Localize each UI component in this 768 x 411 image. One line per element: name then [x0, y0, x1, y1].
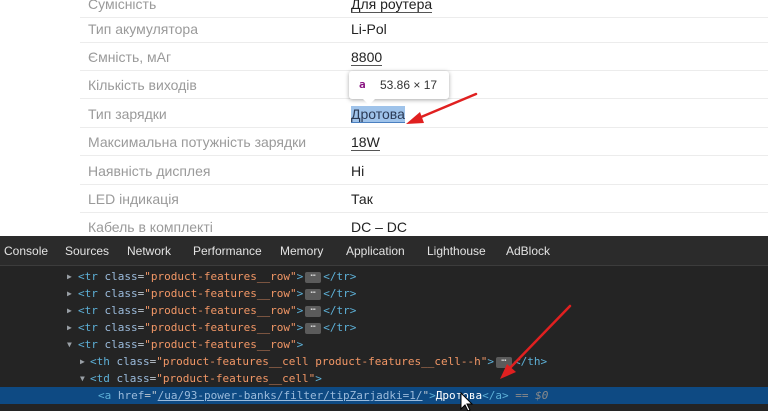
feature-value-link[interactable]: 8800 [351, 49, 383, 66]
attr-name: class [104, 338, 138, 351]
attr-name: class [116, 355, 150, 368]
ellipsis-icon[interactable]: ⋯ [305, 288, 322, 300]
ellipsis-icon[interactable]: ⋯ [305, 271, 322, 283]
tag-close: </tr> [323, 304, 357, 317]
console-ref: == $0 [515, 389, 549, 402]
product-features-table: Сумісність Для роутера Тип акумулятора L… [0, 0, 768, 236]
dom-node-row[interactable]: ▶ <tr class="product-features__row"> ⋯ </t… [0, 319, 768, 336]
tag-open: <a [98, 389, 112, 402]
attr-name: href [117, 389, 145, 402]
feature-row: Тип зарядки Дротова [80, 100, 768, 128]
tooltip-dimensions: 53.86 × 17 [380, 78, 438, 92]
ellipsis-icon[interactable]: ⋯ [305, 305, 322, 317]
dom-node-row[interactable]: ▼ <tr class="product-features__row"> [0, 336, 768, 353]
feature-value-link[interactable]: 18W [351, 134, 380, 151]
attr-value: "product-features__row" [144, 338, 297, 351]
feature-value: Так [351, 191, 373, 207]
tab-performance[interactable]: Performance [193, 244, 262, 258]
feature-value: Li-Pol [351, 21, 387, 37]
tab-console[interactable]: Console [4, 244, 48, 258]
feature-value: DC – DC [351, 219, 408, 235]
attr-value: "product-features__row" [144, 287, 297, 300]
tab-sources[interactable]: Sources [65, 244, 109, 258]
feature-label: Сумісність [88, 0, 157, 12]
ellipsis-icon[interactable]: ⋯ [305, 322, 322, 334]
href-link[interactable]: /ua/93-power-banks/filter/tipZarjadki=1/ [158, 389, 423, 402]
expand-triangle-icon[interactable]: ▶ [67, 285, 72, 302]
ellipsis-icon[interactable]: ⋯ [496, 356, 513, 368]
feature-label: Тип зарядки [88, 106, 167, 122]
dom-node-row[interactable]: ▶ <th class="product-features__cell prod… [0, 353, 768, 370]
expand-triangle-icon[interactable]: ▶ [67, 302, 72, 319]
element-inspect-tooltip: a 53.86 × 17 [349, 71, 449, 105]
node-text: Дротова [435, 389, 483, 402]
elements-dom-tree: ▶ <tr class="product-features__row"> ⋯ </t… [0, 266, 768, 411]
devtools-panel: Console Sources Network Performance Memo… [0, 236, 768, 411]
dom-node-row[interactable]: ▶ <tr class="product-features__row"> ⋯ </t… [0, 302, 768, 319]
tag-open: <tr [78, 287, 98, 300]
attr-value: "product-features__row" [144, 304, 297, 317]
tag-open: <tr [78, 304, 98, 317]
feature-value-link[interactable]: Для роутера [351, 0, 433, 13]
tab-adblock[interactable]: AdBlock [506, 244, 550, 258]
expand-triangle-icon[interactable]: ▶ [67, 319, 72, 336]
attr-name: class [116, 372, 150, 385]
tag-close: </tr> [323, 287, 357, 300]
feature-row: Наявність дисплея Ні [80, 157, 768, 185]
feature-row: Максимальна потужність зарядки 18W [80, 128, 768, 156]
feature-label: Ємність, мАг [88, 49, 172, 65]
dom-node-row[interactable]: ▶ <tr class="product-features__row"> ⋯ </t… [0, 268, 768, 285]
tab-network[interactable]: Network [127, 244, 171, 258]
attr-value: "product-features__cell" [156, 372, 316, 385]
feature-row: LED індикація Так [80, 185, 768, 213]
tab-lighthouse[interactable]: Lighthouse [427, 244, 486, 258]
attr-name: class [104, 270, 138, 283]
feature-label: Кабель в комплекті [88, 219, 213, 235]
tag-close: </th> [514, 355, 548, 368]
attr-value: "product-features__row" [144, 270, 297, 283]
attr-value: "product-features__row" [144, 321, 297, 334]
feature-label: Кількість виходів [88, 77, 197, 93]
attr-name: class [104, 321, 138, 334]
feature-row: Тип акумулятора Li-Pol [80, 15, 768, 43]
attr-value: "product-features__cell product-features… [156, 355, 488, 368]
tag-open: <td [90, 372, 110, 385]
tag-close: </a> [482, 389, 509, 402]
charging-type-link[interactable]: Дротова [351, 106, 405, 123]
feature-row: Кабель в комплекті DC – DC [80, 213, 768, 236]
expand-triangle-icon[interactable]: ▶ [80, 353, 85, 370]
selected-dom-node[interactable]: <a href="/ua/93-power-banks/filter/tipZa… [0, 387, 768, 404]
tag-open: <tr [78, 270, 98, 283]
expand-triangle-icon[interactable]: ▶ [67, 268, 72, 285]
tooltip-tag-name: a [359, 78, 366, 91]
feature-label: LED індикація [88, 191, 179, 207]
devtools-tab-bar: Console Sources Network Performance Memo… [0, 236, 768, 266]
collapse-triangle-icon[interactable]: ▼ [67, 336, 72, 353]
tab-application[interactable]: Application [346, 244, 405, 258]
tag-open: <tr [78, 321, 98, 334]
attr-name: class [104, 304, 138, 317]
attr-name: class [104, 287, 138, 300]
collapse-triangle-icon[interactable]: ▼ [80, 370, 85, 387]
tag-open: <tr [78, 338, 98, 351]
feature-label: Тип акумулятора [88, 21, 198, 37]
feature-value: Ні [351, 163, 365, 179]
tag-open: <th [90, 355, 110, 368]
dom-node-row[interactable]: ▶ <tr class="product-features__row"> ⋯ </t… [0, 285, 768, 302]
dom-node-row[interactable]: ▼ <td class="product-features__cell"> [0, 370, 768, 387]
tag-close: </tr> [323, 270, 357, 283]
tag-close: </tr> [323, 321, 357, 334]
tab-memory[interactable]: Memory [280, 244, 323, 258]
feature-label: Наявність дисплея [88, 163, 211, 179]
feature-label: Максимальна потужність зарядки [88, 134, 307, 150]
feature-row: Ємність, мАг 8800 [80, 43, 768, 71]
